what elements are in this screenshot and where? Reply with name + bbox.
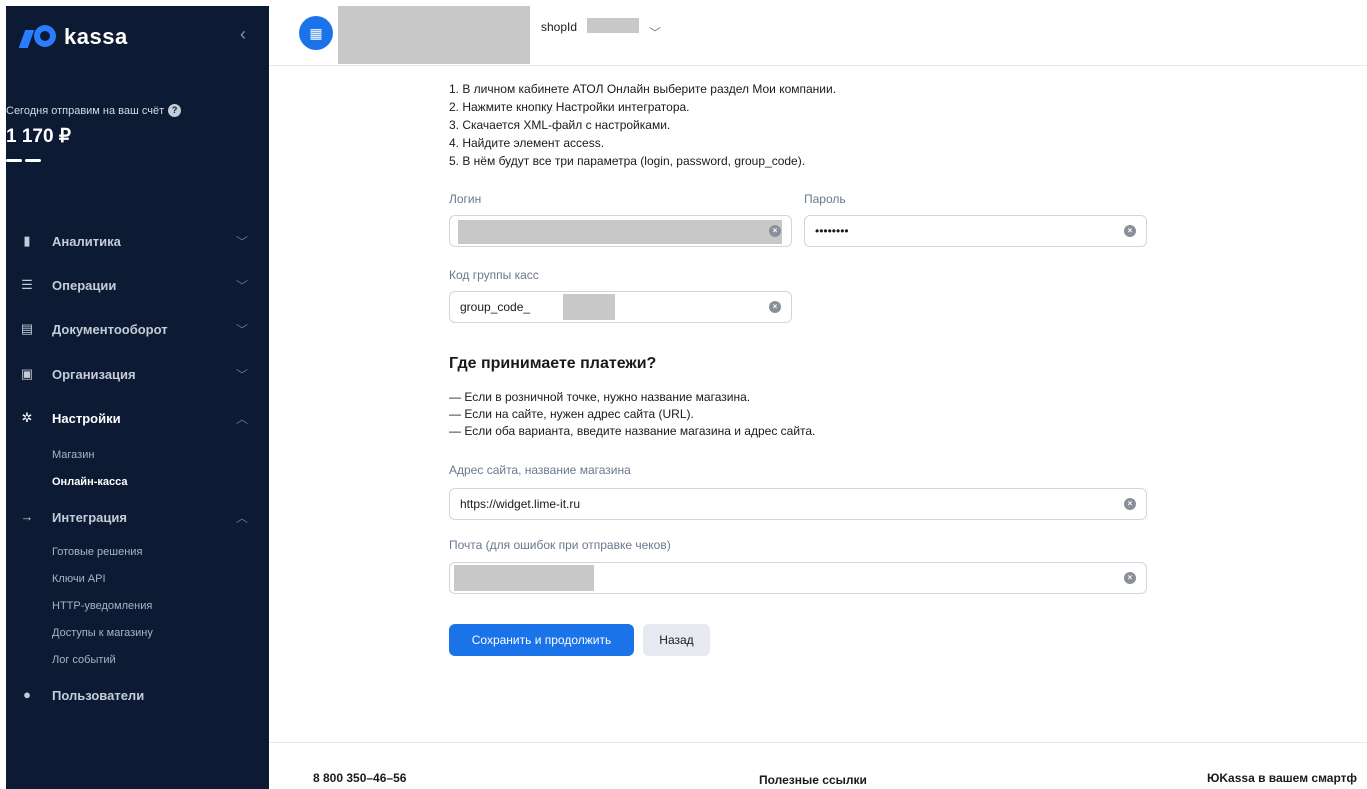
sidebar-item-integration[interactable]: → Интеграция ︿ — [6, 502, 269, 532]
instructions-list: 1. В личном кабинете АТОЛ Онлайн выберит… — [449, 82, 837, 168]
chevron-down-icon: ﹀ — [236, 234, 249, 249]
gear-icon: ✲ — [21, 410, 33, 425]
sidebar-item-documents[interactable]: ▤ Документооборот ﹀ — [6, 314, 269, 344]
clear-icon[interactable]: × — [1124, 572, 1136, 584]
chevron-down-icon: ﹀ — [236, 278, 249, 293]
site-field[interactable]: https://widget.lime-it.ru × — [449, 488, 1147, 520]
chevron-down-icon: ﹀ — [236, 367, 249, 382]
email-field[interactable]: × — [449, 562, 1147, 594]
group-code-field[interactable]: group_code_ × — [449, 291, 792, 323]
group-code-label: Код группы касс — [449, 268, 539, 282]
clear-icon[interactable]: × — [1124, 498, 1136, 510]
clear-icon[interactable]: × — [769, 301, 781, 313]
shop-switcher-chevron-icon[interactable]: ﹀ — [649, 24, 661, 41]
redacted-shop-name — [338, 6, 530, 64]
redacted-group-code — [563, 294, 615, 320]
sidebar-subitem-event-log[interactable]: Лог событий — [52, 654, 116, 666]
chevron-up-icon: ︿ — [236, 510, 249, 525]
login-field[interactable]: × — [449, 215, 792, 247]
arrow-right-icon: → — [20, 509, 34, 524]
support-phone[interactable]: 8 800 350–46–56 — [313, 771, 406, 785]
sidebar-subitem-api-keys[interactable]: Ключи API — [52, 573, 106, 585]
document-icon: ▤ — [20, 321, 34, 336]
sidebar: kassa ‹ Сегодня отправим на ваш счёт ? 1… — [6, 6, 269, 789]
clear-icon[interactable]: × — [1124, 225, 1136, 237]
bar-chart-icon: ▮ — [23, 233, 31, 248]
shopid-label: shopId — [541, 20, 578, 34]
chevron-down-icon: ﹀ — [236, 322, 249, 337]
logo-text: kassa — [64, 24, 128, 49]
sidebar-subitem-shop-access[interactable]: Доступы к магазину — [52, 627, 153, 639]
back-button[interactable]: Назад — [643, 624, 710, 656]
useful-links-heading: Полезные ссылки — [759, 773, 867, 787]
building-icon: ▣ — [20, 366, 34, 381]
redacted-login — [458, 220, 782, 244]
sidebar-subitem-online-kassa[interactable]: Онлайн-касса — [52, 476, 128, 488]
sidebar-item-users[interactable]: ● Пользователи — [6, 680, 269, 710]
save-continue-button[interactable]: Сохранить и продолжить — [449, 624, 634, 656]
sidebar-item-operations[interactable]: ☰ Операции ﹀ — [6, 270, 269, 300]
shop-avatar-icon[interactable]: ▦ — [299, 16, 333, 50]
clear-icon[interactable]: × — [769, 225, 781, 237]
password-field[interactable]: •••••••• × — [804, 215, 1147, 247]
footer: 8 800 350–46–56 Полезные ссылки ЮKassa в… — [269, 742, 1367, 789]
password-label: Пароль — [804, 192, 846, 206]
sidebar-subitem-ready-solutions[interactable]: Готовые решения — [52, 546, 142, 558]
site-label: Адрес сайта, название магазина — [449, 463, 631, 477]
email-label: Почта (для ошибок при отправке чеков) — [449, 538, 671, 552]
balance-dashes — [6, 159, 41, 162]
sidebar-item-settings[interactable]: ✲ Настройки ︿ — [6, 403, 269, 433]
redacted-shopid — [587, 18, 639, 33]
kassa-logo[interactable]: kassa — [18, 24, 128, 50]
chevron-up-icon: ︿ — [236, 411, 249, 426]
user-icon: ● — [23, 687, 31, 702]
mobile-app-heading: ЮKassa в вашем смартф — [1207, 771, 1358, 785]
sidebar-item-analytics[interactable]: ▮ Аналитика ﹀ — [6, 226, 269, 256]
login-label: Логин — [449, 192, 482, 206]
sidebar-subitem-http-notifications[interactable]: HTTP-уведомления — [52, 600, 152, 612]
redacted-email — [454, 565, 594, 591]
balance-label: Сегодня отправим на ваш счёт ? — [6, 104, 182, 117]
logo-mark-icon — [18, 24, 58, 50]
balance-amount: 1 170 ₽ — [6, 126, 71, 147]
sidebar-item-organization[interactable]: ▣ Организация ﹀ — [6, 359, 269, 389]
payment-place-hints: — Если в розничной точке, нужно название… — [449, 390, 816, 438]
sidebar-subitem-shop[interactable]: Магазин — [52, 449, 94, 461]
collapse-sidebar-icon[interactable]: ‹ — [240, 24, 246, 45]
top-header: ▦ shopId ﹀ — [269, 0, 1367, 66]
section-title: Где принимаете платежи? — [449, 355, 657, 372]
list-icon: ☰ — [21, 277, 33, 292]
help-icon[interactable]: ? — [168, 104, 182, 117]
